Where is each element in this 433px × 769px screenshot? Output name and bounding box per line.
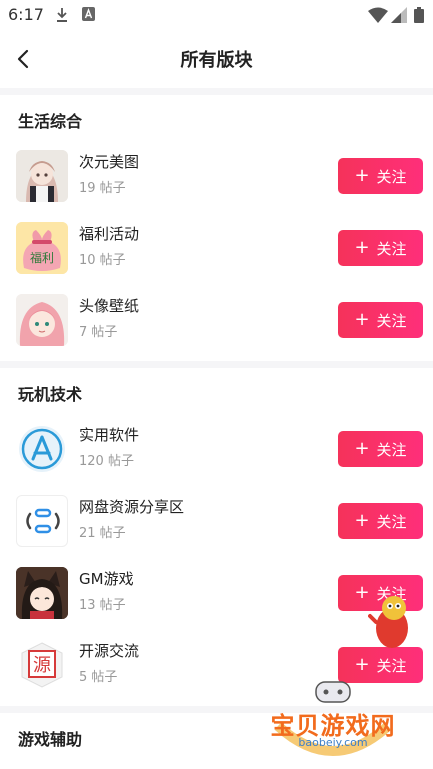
plus-icon: + [354, 438, 370, 459]
board-name: 福利活动 [79, 225, 140, 243]
plus-icon: + [354, 237, 370, 258]
board-thumb-software [16, 423, 68, 475]
follow-label: 关注 [376, 239, 407, 258]
board-post-count: 13 帖子 [79, 598, 126, 613]
lucky-bag-text: 福利 [30, 250, 54, 265]
download-icon [57, 8, 67, 22]
section-title-life: 生活综合 [18, 112, 83, 131]
follow-button[interactable]: + 关注 [338, 230, 423, 266]
status-time: 6:17 [8, 5, 44, 24]
board-name: 实用软件 [79, 426, 140, 444]
board-row-fuli[interactable]: 福利 福利活动 10 帖子 + 关注 [0, 215, 433, 281]
follow-button[interactable]: + 关注 [338, 431, 423, 467]
board-name: 网盘资源分享区 [79, 498, 185, 516]
board-name: 开源交流 [79, 642, 140, 660]
board-post-count: 5 帖子 [79, 670, 118, 685]
follow-label: 关注 [376, 512, 407, 531]
section-divider [0, 88, 433, 95]
wifi-icon [368, 7, 388, 23]
board-thumb-ciyuan [16, 150, 68, 202]
board-thumb-netdisk [16, 495, 68, 547]
header: 所有版块 [0, 30, 433, 88]
yuan-text: 源 [33, 655, 51, 676]
section-divider [0, 361, 433, 368]
follow-label: 关注 [376, 656, 407, 675]
watermark-url: baobeiy.com [298, 736, 368, 749]
section-title-game-assist: 游戏辅助 [18, 730, 83, 749]
section-title-tech: 玩机技术 [18, 385, 83, 404]
follow-button[interactable]: + 关注 [338, 302, 423, 338]
plus-icon: + [354, 654, 370, 675]
app-notification-icon [82, 7, 95, 21]
plus-icon: + [354, 165, 370, 186]
follow-label: 关注 [376, 440, 407, 459]
board-name: GM游戏 [79, 570, 134, 588]
board-thumb-gm [16, 567, 68, 619]
board-row-netdisk[interactable]: 网盘资源分享区 21 帖子 + 关注 [0, 488, 433, 554]
board-post-count: 21 帖子 [79, 526, 126, 541]
follow-label: 关注 [376, 311, 407, 330]
follow-button[interactable]: + 关注 [338, 158, 423, 194]
board-thumb-fuli: 福利 [16, 222, 68, 274]
status-bar: 6:17 [0, 0, 433, 30]
battery-icon [414, 7, 424, 23]
board-name: 次元美图 [79, 153, 140, 171]
page-title: 所有版块 [180, 50, 253, 71]
plus-icon: + [354, 510, 370, 531]
board-post-count: 7 帖子 [79, 325, 118, 340]
plus-icon: + [354, 309, 370, 330]
board-thumb-opensource: 源 [16, 639, 68, 691]
board-thumb-touxiang [16, 294, 68, 346]
follow-button[interactable]: + 关注 [338, 503, 423, 539]
board-post-count: 19 帖子 [79, 181, 126, 196]
board-row-software[interactable]: 实用软件 120 帖子 + 关注 [0, 416, 433, 482]
board-name: 头像壁纸 [79, 297, 140, 315]
signal-icon [391, 7, 407, 23]
board-row-touxiang[interactable]: 头像壁纸 7 帖子 + 关注 [0, 287, 433, 353]
board-row-ciyuan[interactable]: 次元美图 19 帖子 + 关注 [0, 143, 433, 209]
follow-label: 关注 [376, 167, 407, 186]
board-post-count: 10 帖子 [79, 253, 126, 268]
board-post-count: 120 帖子 [79, 454, 134, 469]
watermark: 宝贝游戏网 baobeiy.com [258, 676, 408, 766]
mascot-icon [368, 596, 408, 648]
